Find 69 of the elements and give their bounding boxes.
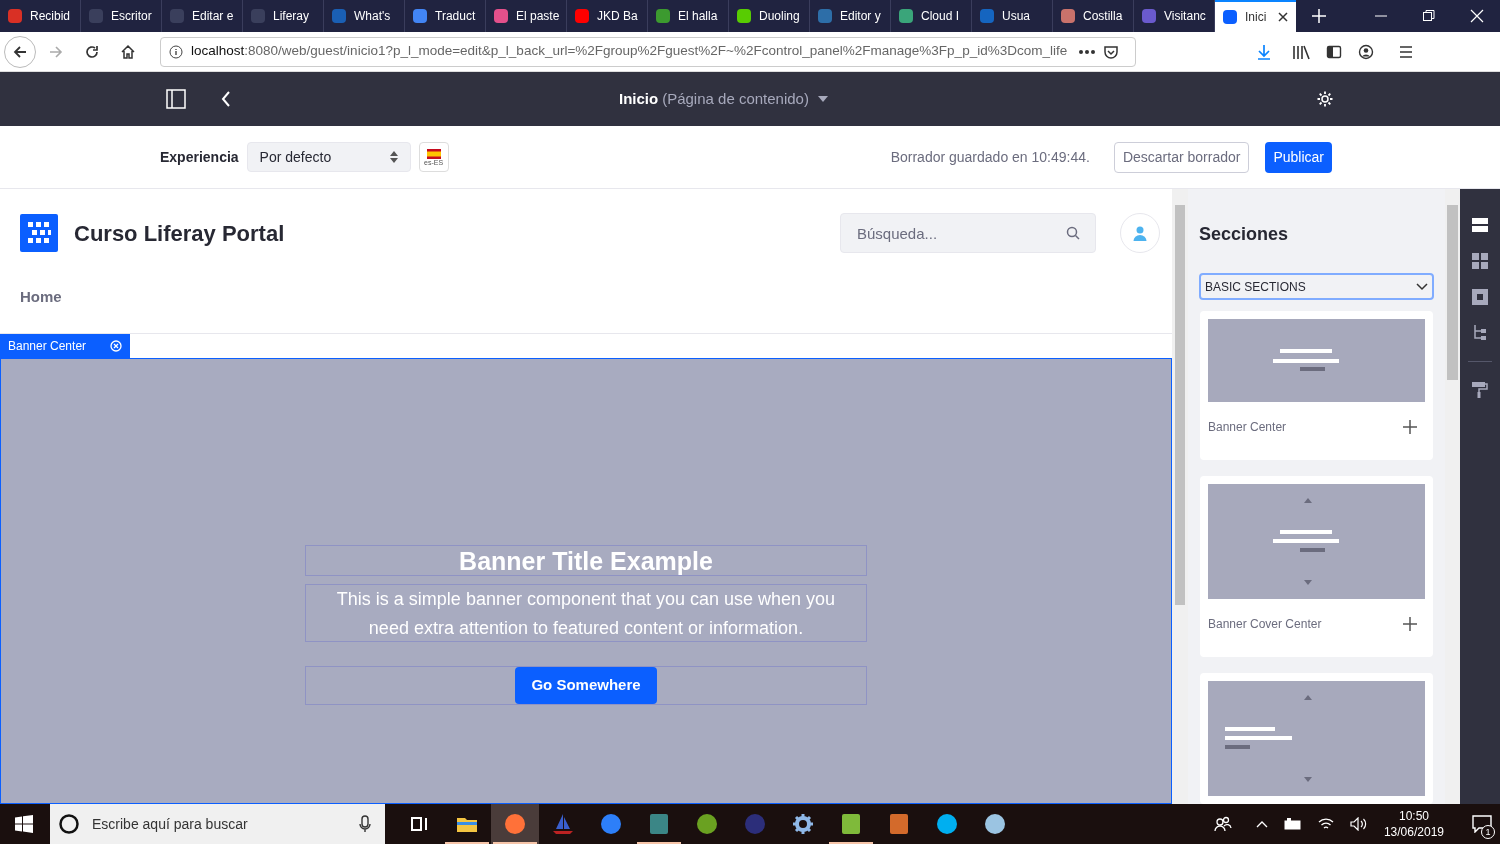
sidebar-toggle-icon[interactable] [166, 89, 186, 109]
home-icon[interactable] [120, 43, 136, 60]
windows-start-icon[interactable] [15, 815, 33, 833]
page-title: Inicio [619, 88, 659, 109]
menu-icon[interactable] [1398, 43, 1414, 60]
paint-roller-icon[interactable] [1472, 382, 1488, 398]
reload-icon[interactable] [84, 43, 100, 60]
library-icon[interactable] [1292, 43, 1310, 60]
account-icon[interactable] [1358, 43, 1374, 60]
sidebar-icon[interactable] [1326, 43, 1342, 60]
section-card[interactable]: Banner Center [1200, 311, 1433, 460]
banner-text: This is a simple banner component that you can use when you need extra attention to featured content or information. [305, 584, 867, 642]
nav-link[interactable]: Home [20, 285, 62, 309]
volume-icon[interactable] [1349, 817, 1368, 831]
address-bar[interactable]: localhost:8080/web/guest/inicio1?p_l_mode=edit&p_l_back_url=%2Fgroup%2Fguest%2F~%2Fcontrol_panel%2Fmanage%3Fp_p_id%3Dcom_life [160, 36, 1136, 67]
grid-icon[interactable] [1472, 253, 1488, 269]
sections-icon[interactable] [1472, 217, 1488, 233]
notification-icon[interactable] [1472, 815, 1492, 833]
url-text: localhost:8080/web/guest/inicio1?p_l_mode=edit&p_l_back_url=%2Fgroup%2Fguest%2F~%2Fcontrol_panel%2Fmanage%3Fp_p_id%3Dcom_life [191, 42, 1069, 61]
panel-scrollbar[interactable] [1445, 189, 1460, 804]
sort-icon [389, 151, 398, 163]
taskbar-search[interactable]: Escribe aquí para buscar [50, 804, 385, 844]
go-somewhere-button[interactable]: Go Somewhere [515, 667, 657, 704]
cortana-icon [58, 813, 80, 835]
caret-icon[interactable] [816, 95, 829, 103]
collection-select[interactable]: BASIC SECTIONS [1199, 273, 1434, 300]
clock-time[interactable]: 10:50 [1398, 808, 1429, 824]
page-type: (Página de contenido) [662, 88, 809, 109]
page-scrollbar[interactable] [1172, 189, 1188, 804]
battery-icon[interactable] [1283, 818, 1302, 830]
notification-count: 1 [1481, 825, 1495, 839]
search-field[interactable]: Búsqueda... [840, 213, 1096, 253]
wifi-icon[interactable] [1317, 817, 1334, 831]
banner-title: Banner Title Example [305, 545, 867, 576]
experience-select[interactable]: Por defecto [246, 142, 411, 172]
logo-icon [20, 214, 58, 252]
discard-draft-button[interactable]: Descartar borrador [1113, 141, 1250, 173]
download-icon[interactable] [1256, 43, 1272, 60]
chevron-down-icon [1416, 282, 1428, 291]
taskbar-app[interactable] [491, 804, 539, 844]
add-icon[interactable] [1403, 420, 1417, 434]
arrow-left-icon [12, 43, 28, 60]
info-icon [169, 44, 183, 59]
user-icon [1132, 225, 1148, 241]
save-status: Borrador guardado en 10:49:44. [890, 147, 1090, 167]
pocket-icon[interactable] [1103, 43, 1119, 60]
settings-icon[interactable] [1316, 90, 1334, 108]
flag-icon [426, 148, 441, 159]
close-icon[interactable] [1278, 12, 1288, 22]
people-icon[interactable] [1213, 816, 1232, 832]
section-name: Banner Cover Center [1208, 616, 1322, 633]
publish-button[interactable]: Publicar [1265, 141, 1332, 173]
fragment-label: Banner Center [0, 334, 131, 358]
panel-title: Secciones [1199, 223, 1290, 246]
browser-tab[interactable]: Inici [1215, 0, 1296, 32]
new-tab-icon[interactable] [1312, 9, 1326, 23]
experience-label: Experiencia [160, 147, 239, 167]
add-icon[interactable] [1403, 617, 1417, 631]
chevron-up-icon[interactable] [1255, 820, 1268, 828]
back-icon[interactable] [220, 90, 232, 108]
site-name: Curso Liferay Portal [74, 219, 285, 248]
section-name: Banner Center [1208, 419, 1287, 436]
section-card[interactable]: Banner Cover Center [1200, 476, 1433, 657]
restore-icon[interactable] [1422, 9, 1436, 23]
clock-date[interactable]: 13/06/2019 [1383, 824, 1444, 840]
microphone-icon [359, 815, 371, 833]
tree-icon[interactable] [1472, 325, 1488, 341]
more-icon[interactable] [1079, 49, 1095, 54]
search-icon [1066, 226, 1080, 240]
